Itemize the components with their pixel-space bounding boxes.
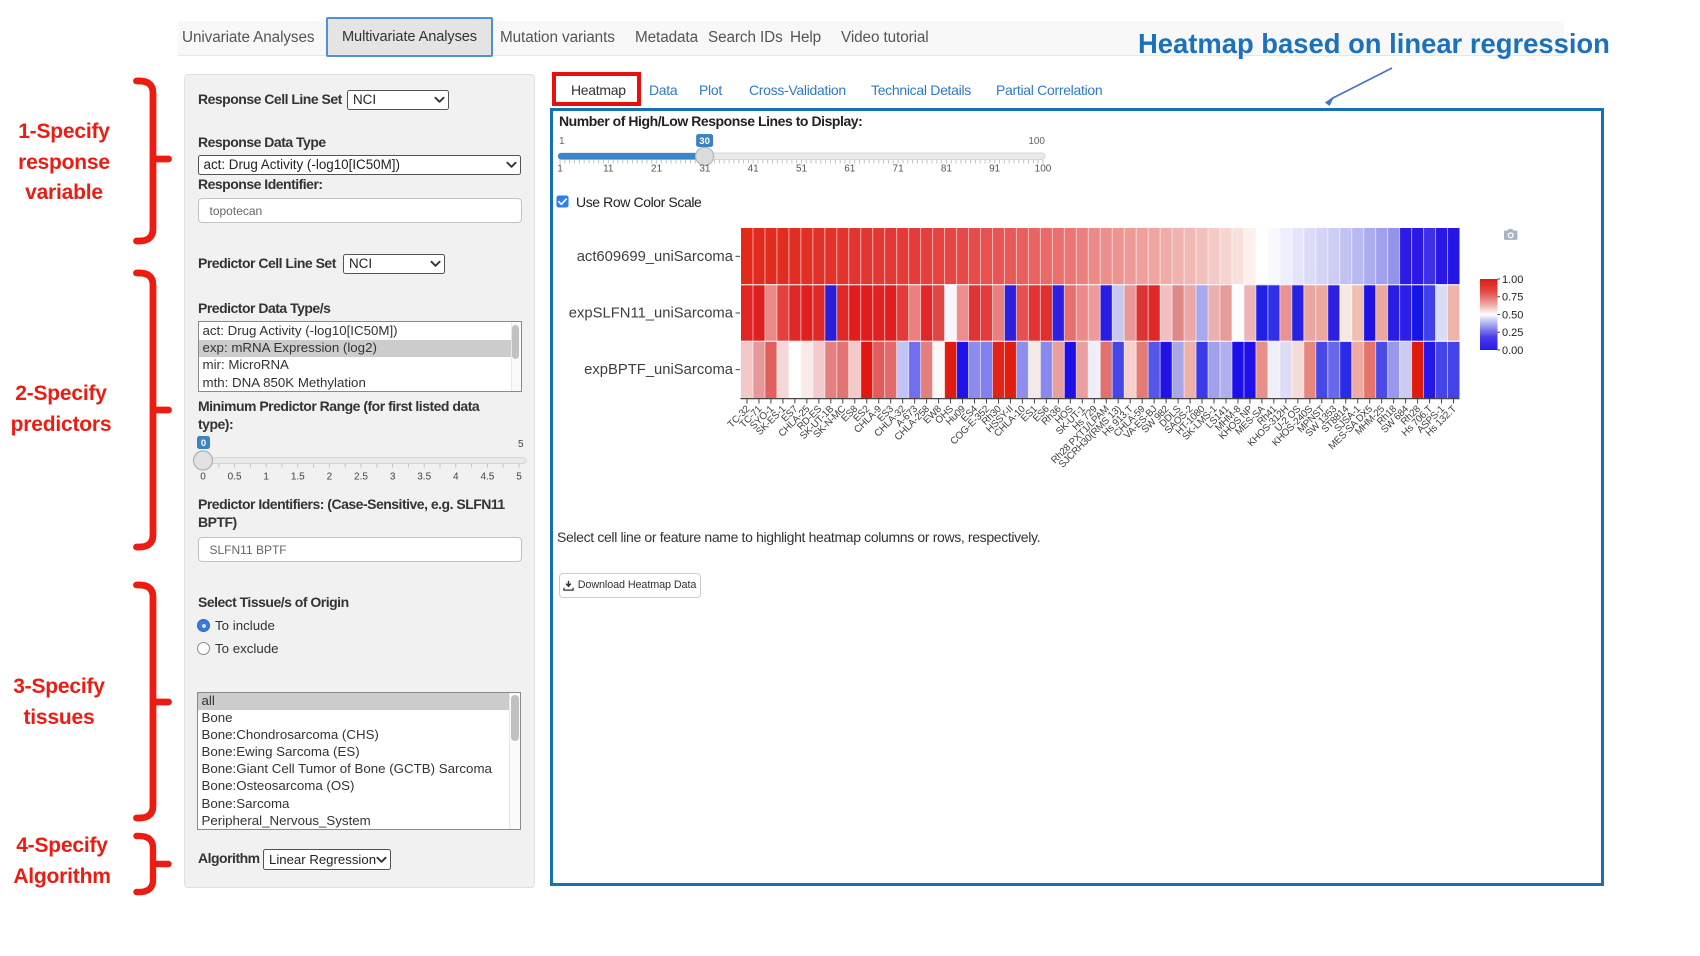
svg-text:1.00: 1.00: [1502, 274, 1523, 286]
svg-text:expSLFN11_uniSarcoma: expSLFN11_uniSarcoma: [569, 306, 734, 322]
svg-text:0.75: 0.75: [1502, 292, 1523, 304]
svg-text:expBPTF_uniSarcoma: expBPTF_uniSarcoma: [584, 362, 734, 378]
svg-text:0.50: 0.50: [1502, 309, 1523, 321]
svg-text:act609699_uniSarcoma: act609699_uniSarcoma: [577, 249, 734, 265]
svg-text:0.25: 0.25: [1502, 327, 1523, 339]
svg-text:0.00: 0.00: [1502, 345, 1523, 357]
